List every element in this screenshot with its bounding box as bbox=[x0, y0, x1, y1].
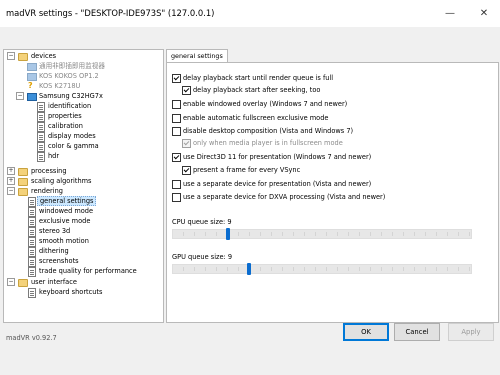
gpu-queue-label: GPU queue size: 9 bbox=[172, 253, 233, 261]
page-icon bbox=[37, 122, 45, 132]
tree-item-label: general settings bbox=[37, 196, 97, 206]
page-icon bbox=[37, 102, 45, 112]
folder-icon bbox=[18, 168, 28, 176]
tab-general-settings[interactable]: general settings bbox=[166, 49, 228, 62]
apply-button[interactable]: Apply bbox=[448, 323, 494, 341]
checkbox[interactable] bbox=[182, 86, 191, 95]
close-button[interactable]: ✕ bbox=[468, 0, 500, 27]
window-title: madVR settings - "DESKTOP-IDE973S" (127.… bbox=[6, 8, 215, 18]
tree-item-label: trade quality for performance bbox=[39, 267, 137, 275]
folder-icon bbox=[18, 279, 28, 287]
page-icon bbox=[28, 237, 36, 247]
settings-panel: delay playback start until render queue … bbox=[166, 62, 499, 323]
monitor-icon bbox=[27, 63, 37, 71]
tree-item-label: hdr bbox=[48, 152, 60, 160]
tree-item-label: smooth motion bbox=[39, 237, 89, 245]
settings-tree[interactable]: − devices 通用非即插即用监视器 KOS KOKOS OP1.2 ? K… bbox=[3, 49, 164, 323]
option-label: disable desktop composition (Vista and W… bbox=[183, 127, 354, 135]
option-label: use a separate device for presentation (… bbox=[183, 180, 372, 188]
monitor-icon bbox=[27, 73, 37, 81]
tree-item-label: color & gamma bbox=[48, 142, 99, 150]
cpu-queue-slider[interactable] bbox=[172, 228, 472, 240]
tree-item-label: 通用非即插即用监视器 bbox=[39, 62, 105, 70]
folder-icon bbox=[18, 188, 28, 196]
page-icon bbox=[28, 257, 36, 267]
folder-icon bbox=[18, 178, 28, 186]
unknown-device-icon: ? bbox=[28, 81, 33, 90]
tree-item-label: scaling algorithms bbox=[31, 177, 92, 185]
title-bar[interactable]: madVR settings - "DESKTOP-IDE973S" (127.… bbox=[0, 0, 500, 27]
page-icon bbox=[28, 207, 36, 217]
tree-item-label: calibration bbox=[48, 122, 83, 130]
page-icon bbox=[28, 197, 36, 207]
checkbox[interactable] bbox=[172, 74, 181, 83]
page-icon bbox=[37, 152, 45, 162]
tree-item-label: Samsung C32HG7x bbox=[39, 92, 103, 100]
checkbox[interactable] bbox=[172, 153, 181, 162]
tree-item-label: devices bbox=[31, 52, 57, 60]
option-label: delay playback start until render queue … bbox=[183, 74, 334, 82]
tree-item-label: dithering bbox=[39, 247, 69, 255]
tree-item-label: windowed mode bbox=[39, 207, 94, 215]
checkbox[interactable] bbox=[172, 100, 181, 109]
tab-bar: general settings bbox=[166, 49, 497, 62]
tree-item-label: processing bbox=[31, 167, 67, 175]
checkbox[interactable] bbox=[172, 114, 181, 123]
slider-thumb[interactable] bbox=[247, 263, 251, 275]
page-icon bbox=[37, 142, 45, 152]
slider-thumb[interactable] bbox=[226, 228, 230, 240]
tree-item-label: screenshots bbox=[39, 257, 79, 265]
gpu-queue-slider[interactable] bbox=[172, 263, 472, 275]
minimize-button[interactable]: — bbox=[434, 0, 466, 27]
slider-ticks bbox=[173, 267, 471, 271]
collapse-icon[interactable]: − bbox=[7, 52, 15, 60]
tree-item-label: stereo 3d bbox=[39, 227, 71, 235]
tree-item-label: user interface bbox=[31, 278, 77, 286]
page-icon bbox=[37, 112, 45, 122]
option-label: use a separate device for DXVA processin… bbox=[183, 193, 386, 201]
tree-item-label: exclusive mode bbox=[39, 217, 91, 225]
option-label: delay playback start after seeking, too bbox=[193, 86, 321, 94]
option-label: enable windowed overlay (Windows 7 and n… bbox=[183, 100, 348, 108]
tree-item-label: KOS K2718U bbox=[39, 82, 81, 90]
slider-ticks bbox=[173, 232, 471, 236]
cpu-queue-label: CPU queue size: 9 bbox=[172, 218, 232, 226]
collapse-icon[interactable]: − bbox=[7, 278, 15, 286]
option-label: enable automatic fullscreen exclusive mo… bbox=[183, 114, 329, 122]
option-label: present a frame for every VSync bbox=[193, 166, 301, 174]
tree-item-label: KOS KOKOS OP1.2 bbox=[39, 72, 99, 80]
tree-item-label: identification bbox=[48, 102, 92, 110]
checkbox[interactable] bbox=[172, 180, 181, 189]
tree-item-label: display modes bbox=[48, 132, 96, 140]
page-icon bbox=[28, 227, 36, 237]
tree-item-label: rendering bbox=[31, 187, 63, 195]
checkbox[interactable] bbox=[182, 166, 191, 175]
page-icon bbox=[37, 132, 45, 142]
tree-item-label: properties bbox=[48, 112, 82, 120]
version-label: madVR v0.92.7 bbox=[6, 334, 57, 342]
collapse-icon[interactable]: − bbox=[16, 92, 24, 100]
page-icon bbox=[28, 288, 36, 298]
expand-icon[interactable]: + bbox=[7, 167, 15, 175]
cancel-button[interactable]: Cancel bbox=[394, 323, 440, 341]
option-label: use Direct3D 11 for presentation (Window… bbox=[183, 153, 372, 161]
collapse-icon[interactable]: − bbox=[7, 187, 15, 195]
checkbox[interactable] bbox=[172, 127, 181, 136]
checkbox bbox=[182, 139, 191, 148]
folder-icon bbox=[18, 53, 28, 61]
tree-item-label: keyboard shortcuts bbox=[39, 288, 103, 296]
expand-icon[interactable]: + bbox=[7, 177, 15, 185]
page-icon bbox=[28, 267, 36, 277]
option-label: only when media player is in fullscreen … bbox=[193, 139, 343, 147]
monitor-icon bbox=[27, 93, 37, 101]
settings-window: madVR settings - "DESKTOP-IDE973S" (127.… bbox=[0, 0, 500, 375]
checkbox[interactable] bbox=[172, 193, 181, 202]
page-icon bbox=[28, 217, 36, 227]
ok-button[interactable]: OK bbox=[343, 323, 389, 341]
page-icon bbox=[28, 247, 36, 257]
